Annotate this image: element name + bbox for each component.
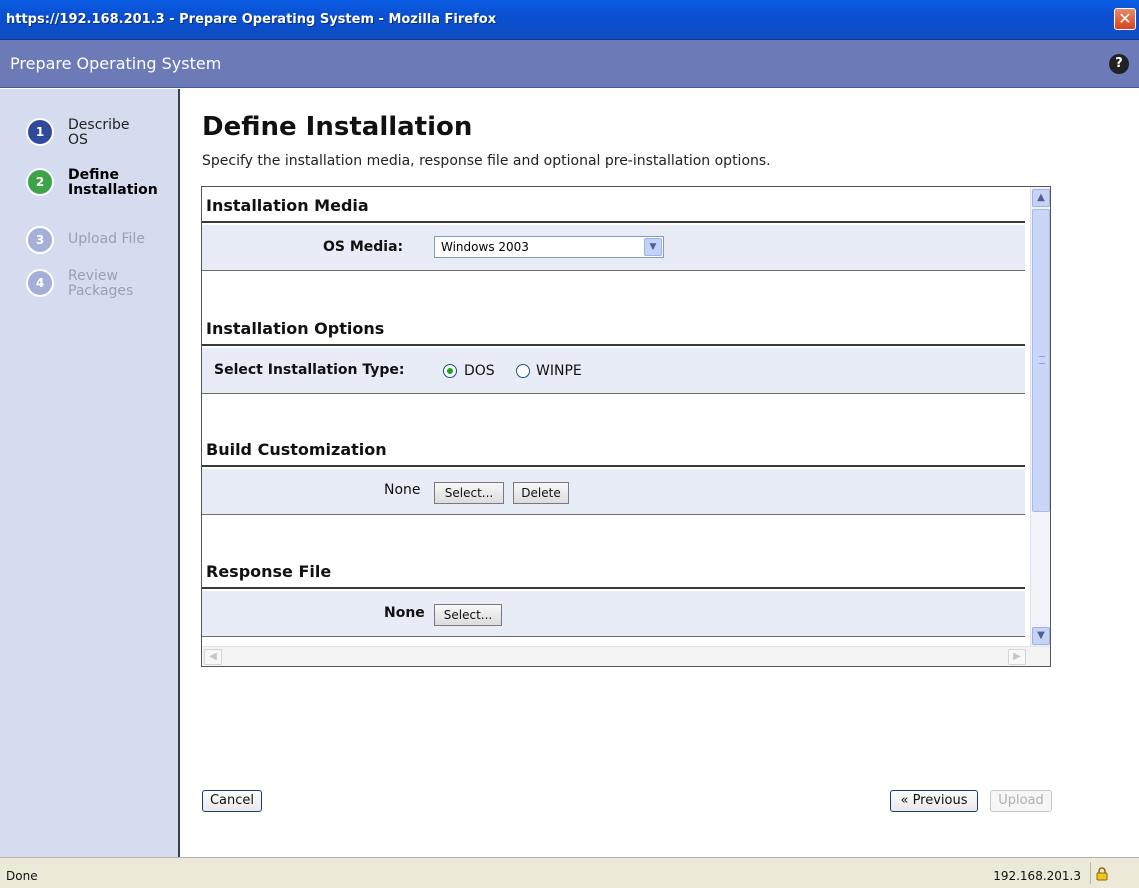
window-title: https://192.168.201.3 - Prepare Operatin… [6,12,497,27]
response-select-button[interactable]: Select... [434,604,502,626]
status-text: Done [6,869,38,883]
dropdown-arrow-icon[interactable]: ▼ [644,238,662,256]
section-title: Build Customization [206,440,387,459]
os-media-row: OS Media: Windows 2003 ▼ [202,225,1025,271]
scroll-right-icon[interactable]: ▶ [1008,649,1026,665]
build-customization-value: None [384,482,421,498]
statusbar-divider [1090,862,1091,884]
radio-winpe[interactable] [516,364,530,378]
step-number-icon: 1 [26,118,54,146]
browser-statusbar: Done 192.168.201.3 [0,857,1139,888]
section-title: Installation Options [206,319,385,338]
step-label: Describe OS [68,117,130,148]
step-label: Upload File [68,231,145,247]
help-icon[interactable]: ? [1109,54,1129,74]
radio-dos-label: DOS [464,363,495,379]
section-heading-installation-media: Installation Media [202,187,1025,223]
wizard-steps-sidebar: 1 Describe OS 2 Define Installation 3 Uplo… [0,89,180,857]
app-header: Prepare Operating System ? [0,40,1139,88]
response-file-value: None [384,605,425,621]
close-icon[interactable]: ✕ [1114,8,1136,30]
os-media-select[interactable]: Windows 2003 ▼ [434,236,664,258]
step-label: Review Packages [68,268,134,299]
app-title: Prepare Operating System [10,54,222,73]
radio-winpe-label: WINPE [536,363,582,379]
scrollbar-grip [1039,356,1045,364]
section-title: Response File [206,562,332,581]
scroll-left-icon[interactable]: ◀ [204,649,222,665]
section-heading-installation-options: Installation Options [202,310,1025,346]
lock-icon[interactable] [1095,867,1109,881]
step-number-icon: 2 [26,168,54,196]
build-customization-row: None Select... Delete [202,469,1025,515]
build-select-button[interactable]: Select... [434,482,504,504]
horizontal-scrollbar[interactable]: ◀ ▶ [202,646,1050,666]
cancel-button[interactable]: Cancel [202,790,262,812]
page-title: Define Installation [202,112,473,142]
scroll-down-icon[interactable]: ▼ [1032,627,1050,645]
step-number-icon: 3 [26,226,54,254]
step-number-icon: 4 [26,269,54,297]
scrollbar-thumb[interactable] [1032,209,1050,512]
window-titlebar: https://192.168.201.3 - Prepare Operatin… [0,0,1139,40]
installation-panel: Installation Media OS Media: Windows 200… [201,186,1051,667]
section-heading-response-file: Response File [202,553,1025,589]
installation-type-row: Select Installation Type: DOS WINPE [202,348,1025,394]
section-title: Installation Media [206,196,369,215]
status-host: 192.168.201.3 [993,869,1081,883]
previous-button[interactable]: « Previous [890,790,978,812]
os-media-label: OS Media: [323,239,404,255]
step-label: Define Installation [68,167,158,198]
section-heading-build-customization: Build Customization [202,431,1025,467]
response-file-row: None Select... [202,591,1025,637]
radio-dos[interactable] [443,364,457,378]
page-subtitle: Specify the installation media, response… [202,153,771,169]
upload-button: Upload [990,790,1052,812]
build-delete-button[interactable]: Delete [513,482,569,504]
scroll-up-icon[interactable]: ▲ [1032,189,1050,207]
vertical-scrollbar[interactable]: ▲ ▼ [1030,187,1050,647]
installation-type-label: Select Installation Type: [214,362,405,378]
os-media-value: Windows 2003 [441,240,529,254]
